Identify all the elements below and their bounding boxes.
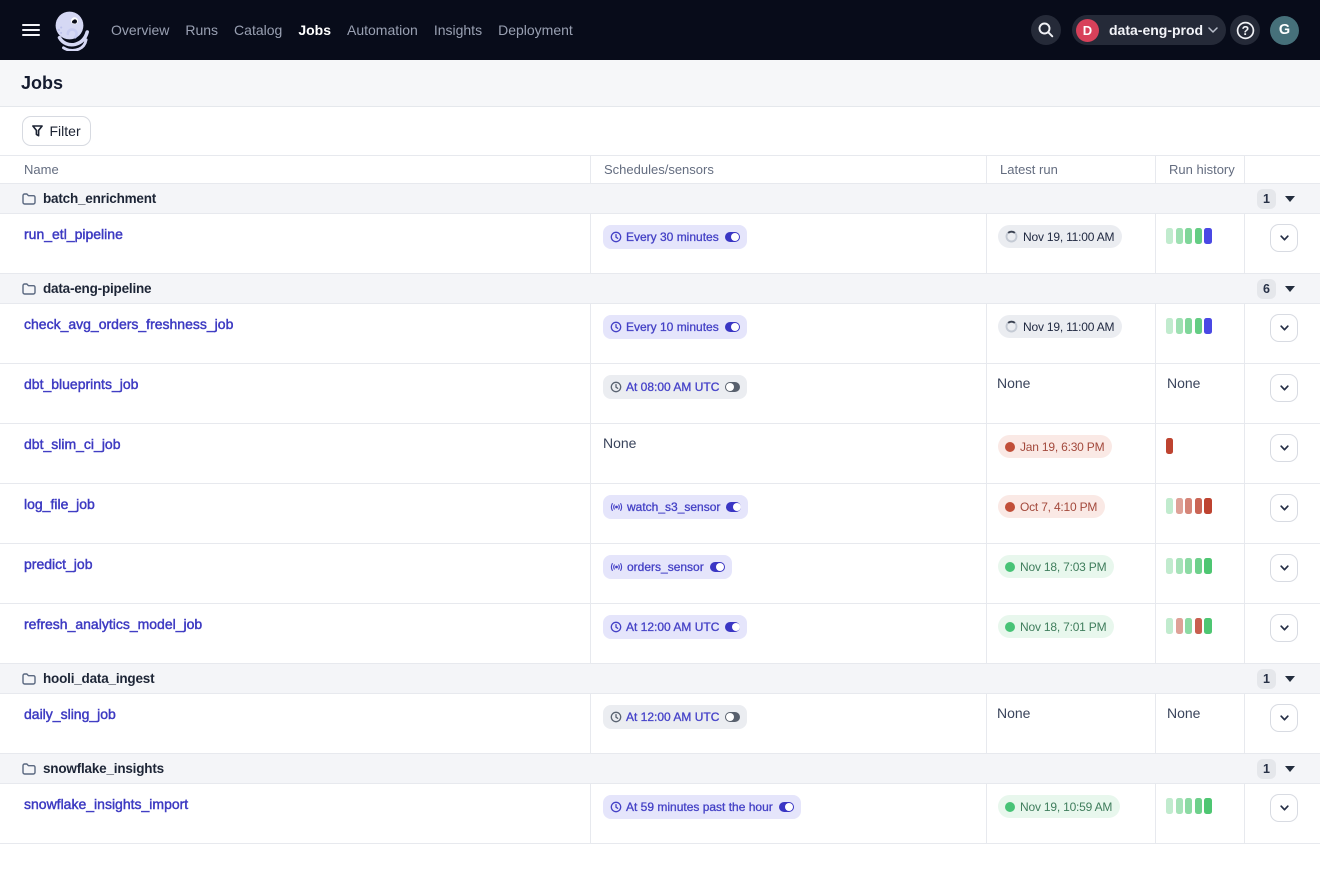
- svg-text:?: ?: [1241, 23, 1249, 37]
